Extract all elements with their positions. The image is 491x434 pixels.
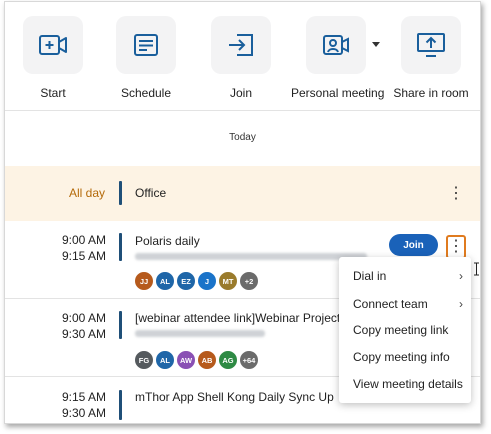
menu-item-label: Copy meeting link <box>353 323 449 337</box>
attendee-avatars: JJ AL EZ J MT +2 <box>134 271 260 291</box>
meeting-title: [webinar attendee link]Webinar Project <box>135 311 341 325</box>
avatar-overflow-count: +2 <box>239 271 259 291</box>
join-label: Join <box>229 86 252 100</box>
start-label: Start <box>40 86 66 100</box>
avatar: AL <box>155 271 175 291</box>
all-day-row[interactable]: All day Office ⋮ <box>5 166 480 221</box>
event-bar <box>119 181 122 205</box>
personal-meeting-button[interactable]: Personal meeting <box>291 16 385 100</box>
chevron-down-icon[interactable] <box>372 42 380 47</box>
share-in-room-button[interactable]: Share in room <box>386 16 476 100</box>
meeting-end-time: 9:30 AM <box>61 327 106 341</box>
avatar: AG <box>218 350 238 370</box>
menu-item-copy-meeting-info[interactable]: Copy meeting info <box>353 350 465 364</box>
meeting-start-time: 9:15 AM <box>61 390 106 404</box>
meeting-info-redacted <box>135 330 265 337</box>
avatar: MT <box>218 271 238 291</box>
avatar: JJ <box>134 271 154 291</box>
meeting-times: 9:00 AM 9:30 AM <box>5 310 106 342</box>
avatar: FG <box>134 350 154 370</box>
event-bar <box>119 311 122 339</box>
kebab-icon: ⋮ <box>448 185 464 202</box>
menu-item-connect-team[interactable]: Connect team › <box>353 297 465 311</box>
meeting-start-time: 9:00 AM <box>61 311 106 325</box>
screen-share-icon <box>417 33 445 57</box>
schedule-tile[interactable] <box>116 16 176 74</box>
meeting-times: 9:00 AM 9:15 AM <box>5 232 106 264</box>
menu-item-dial-in[interactable]: Dial in › <box>353 269 465 283</box>
meeting-title: Polaris daily <box>135 234 200 248</box>
menu-item-label: View meeting details <box>353 377 463 391</box>
avatar: J <box>197 271 217 291</box>
calendar-list-icon <box>134 34 158 56</box>
menu-item-label: Dial in <box>353 269 387 283</box>
sign-in-icon <box>229 34 253 56</box>
schedule-label: Schedule <box>120 86 172 100</box>
chevron-right-icon: › <box>459 297 463 311</box>
all-day-title: Office <box>135 186 167 200</box>
event-bar <box>119 390 122 420</box>
meetings-window: Start Schedule Join Personal meeting Sha… <box>4 1 481 424</box>
start-button[interactable]: Start <box>8 16 98 100</box>
kebab-icon: ⋮ <box>448 238 464 255</box>
avatar: AB <box>197 350 217 370</box>
chevron-right-icon: › <box>459 269 463 283</box>
meeting-times: 9:15 AM 9:30 AM <box>5 389 106 421</box>
video-plus-icon <box>39 35 67 55</box>
text-cursor-icon <box>474 262 479 276</box>
meeting-link-redacted <box>135 253 367 260</box>
share-in-room-label: Share in room <box>393 86 469 100</box>
schedule-button[interactable]: Schedule <box>101 16 191 100</box>
all-day-more-button[interactable]: ⋮ <box>446 184 466 204</box>
menu-item-label: Copy meeting info <box>353 350 450 364</box>
person-card-icon <box>323 35 349 55</box>
start-tile[interactable] <box>23 16 83 74</box>
personal-meeting-label: Personal meeting <box>291 86 385 100</box>
avatar: AL <box>155 350 175 370</box>
join-button[interactable]: Join <box>389 234 438 256</box>
all-day-label: All day <box>68 186 105 200</box>
meeting-start-time: 9:00 AM <box>61 233 106 247</box>
event-bar <box>119 233 122 261</box>
attendee-avatars: FG AL AW AB AG +64 <box>134 350 260 370</box>
join-tile[interactable] <box>211 16 271 74</box>
toolbar-divider <box>5 110 480 111</box>
day-header: Today <box>229 132 256 143</box>
menu-item-view-meeting-details[interactable]: View meeting details <box>353 377 465 391</box>
avatar: EZ <box>176 271 196 291</box>
join-toolbar-button[interactable]: Join <box>196 16 286 100</box>
meeting-context-menu: Dial in › Connect team › Copy meeting li… <box>339 257 471 403</box>
avatar: AW <box>176 350 196 370</box>
avatar-overflow-count: +64 <box>239 350 259 370</box>
share-in-room-tile[interactable] <box>401 16 461 74</box>
meeting-end-time: 9:30 AM <box>61 406 106 420</box>
personal-meeting-tile[interactable] <box>306 16 380 74</box>
toolbar: Start Schedule Join Personal meeting Sha… <box>5 2 480 110</box>
menu-item-label: Connect team <box>353 297 428 311</box>
meeting-more-button[interactable]: ⋮ <box>446 235 466 259</box>
menu-item-copy-meeting-link[interactable]: Copy meeting link <box>353 323 465 337</box>
meeting-end-time: 9:15 AM <box>61 249 106 263</box>
meeting-title: mThor App Shell Kong Daily Sync Up <box>135 390 334 404</box>
